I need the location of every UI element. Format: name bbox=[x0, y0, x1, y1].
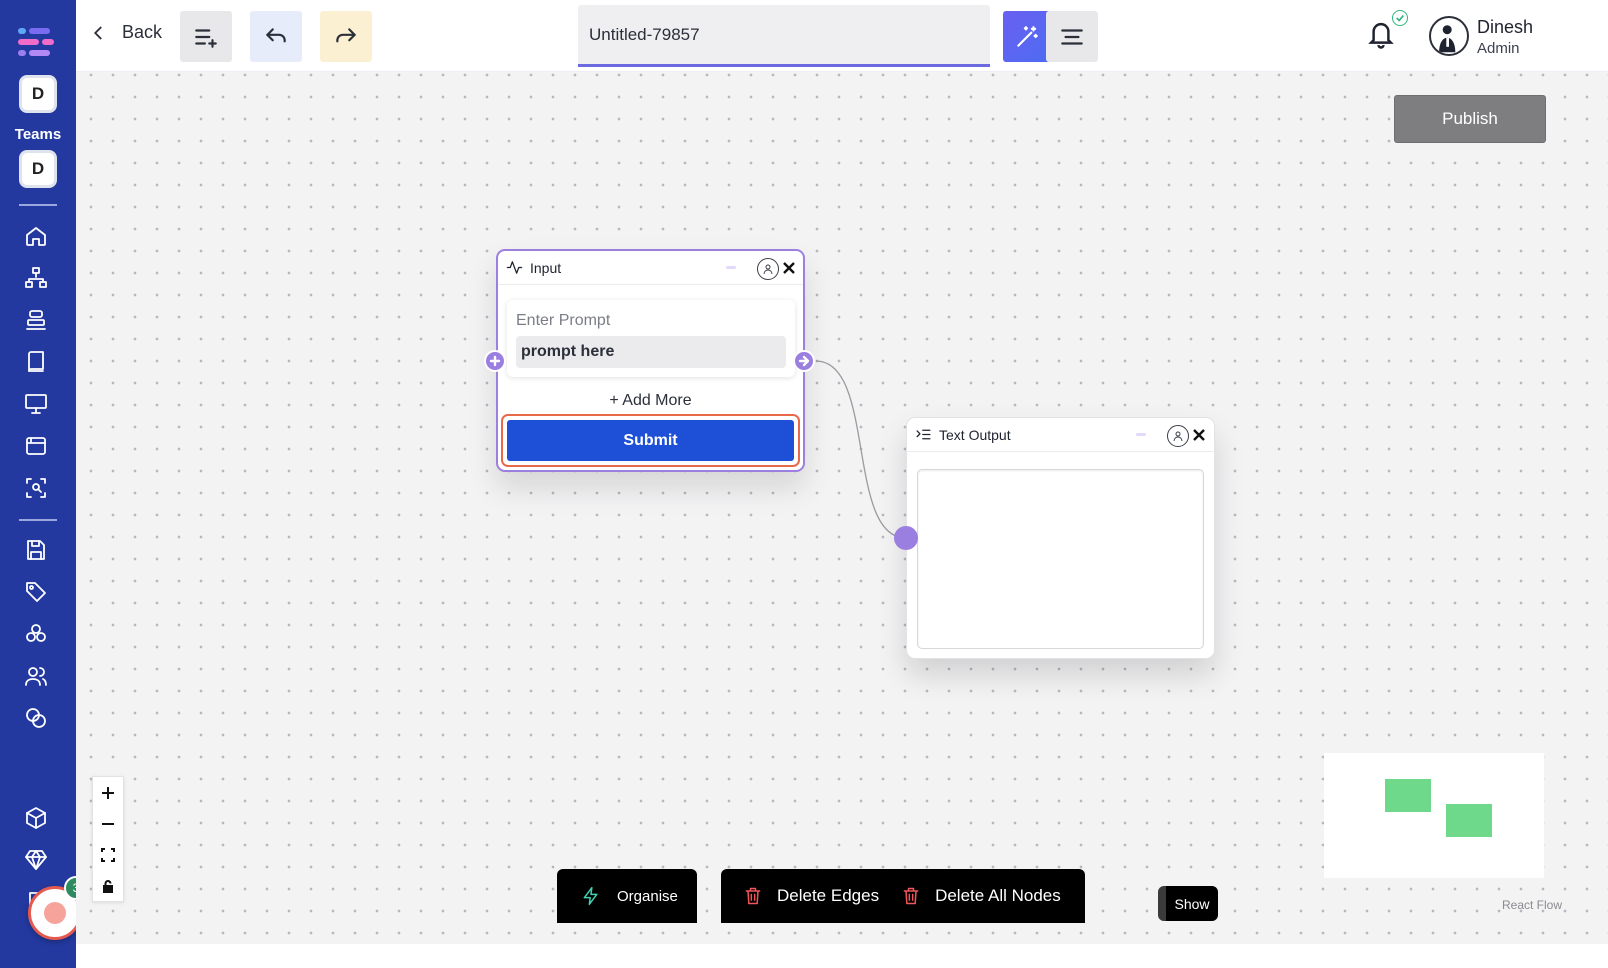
team-badge-2[interactable]: D bbox=[19, 150, 57, 188]
delete-toolbar: Delete Edges Delete All Nodes bbox=[721, 869, 1085, 923]
sidebar: D Teams D bbox=[0, 0, 88, 968]
top-bar: Back Dinesh Admin bbox=[76, 0, 1608, 72]
target-handle[interactable] bbox=[894, 526, 918, 550]
sidebar-divider bbox=[19, 519, 57, 521]
align-center-icon bbox=[1061, 28, 1083, 45]
zoom-in-button[interactable] bbox=[93, 777, 123, 808]
list-add-icon bbox=[195, 28, 217, 48]
close-icon[interactable] bbox=[1191, 427, 1207, 443]
undo-button[interactable] bbox=[250, 11, 302, 62]
undo-icon bbox=[266, 27, 286, 42]
arrow-right-icon bbox=[798, 355, 810, 367]
magic-wand-button[interactable] bbox=[1003, 11, 1051, 62]
bottom-strip bbox=[76, 944, 1608, 968]
prompt-input[interactable]: prompt here bbox=[516, 336, 786, 368]
coins-icon[interactable] bbox=[22, 704, 50, 732]
notifications-button[interactable] bbox=[1366, 10, 1408, 54]
organise-button[interactable]: Organise bbox=[557, 869, 697, 923]
text-output-node-title: Text Output bbox=[939, 426, 1011, 443]
book-icon[interactable] bbox=[22, 348, 50, 376]
fit-view-icon bbox=[101, 847, 115, 862]
workflow-title-input[interactable] bbox=[578, 5, 990, 67]
tag-icon[interactable] bbox=[22, 578, 50, 606]
submit-focus-ring: Submit bbox=[501, 414, 800, 467]
input-node[interactable]: Input Enter Prompt prompt here + Add Mor… bbox=[484, 249, 815, 472]
text-output-node[interactable]: Text Output bbox=[894, 417, 1215, 659]
minimap-node bbox=[1385, 779, 1431, 812]
check-circle-icon bbox=[1392, 10, 1408, 26]
close-icon[interactable] bbox=[781, 260, 797, 276]
stack-icon[interactable] bbox=[22, 306, 50, 334]
minimap[interactable] bbox=[1324, 753, 1544, 878]
minus-icon bbox=[102, 822, 114, 825]
menu-button[interactable] bbox=[1046, 11, 1098, 62]
plus-icon bbox=[489, 355, 501, 367]
trash-icon bbox=[903, 887, 919, 905]
input-handle[interactable] bbox=[484, 350, 506, 372]
components-icon[interactable] bbox=[22, 620, 50, 648]
home-icon[interactable] bbox=[22, 222, 50, 250]
show-button[interactable]: Show bbox=[1158, 886, 1218, 921]
redo-button[interactable] bbox=[320, 11, 372, 62]
diamond-icon[interactable] bbox=[22, 846, 50, 874]
delete-all-nodes-button[interactable]: Delete All Nodes bbox=[901, 886, 1061, 906]
users-icon[interactable] bbox=[22, 662, 50, 690]
prompt-label: Enter Prompt bbox=[516, 312, 611, 329]
lock-button[interactable] bbox=[93, 870, 123, 901]
input-node-title: Input bbox=[530, 259, 562, 276]
avatar-silhouette bbox=[1439, 25, 1456, 53]
monitor-icon[interactable] bbox=[22, 390, 50, 418]
team-badge-1[interactable]: D bbox=[19, 75, 57, 113]
add-more-button[interactable]: + Add More bbox=[498, 392, 803, 410]
trash-icon bbox=[745, 887, 761, 905]
react-flow-attribution[interactable]: React Flow bbox=[1502, 898, 1562, 912]
teams-label: Teams bbox=[14, 126, 62, 143]
chevron-left-icon bbox=[93, 25, 102, 40]
zoom-out-button[interactable] bbox=[93, 808, 123, 839]
minimize-icon[interactable] bbox=[726, 266, 736, 269]
package-icon[interactable] bbox=[22, 804, 50, 832]
publish-button[interactable]: Publish bbox=[1394, 95, 1546, 143]
prompt-field-card: Enter Prompt prompt here bbox=[507, 300, 795, 377]
redo-icon bbox=[336, 27, 356, 42]
record-dot bbox=[44, 902, 66, 924]
scan-icon[interactable] bbox=[22, 474, 50, 502]
lock-icon bbox=[103, 879, 113, 893]
delete-all-nodes-label: Delete All Nodes bbox=[935, 886, 1061, 905]
user-icon[interactable] bbox=[1167, 425, 1189, 447]
lightning-icon bbox=[583, 886, 598, 906]
add-list-button[interactable] bbox=[180, 11, 232, 62]
magic-wand-icon bbox=[1017, 25, 1038, 47]
plus-icon bbox=[102, 786, 114, 799]
bell-icon bbox=[1368, 22, 1394, 49]
flow-canvas[interactable]: Publish Input Enter Prompt prompt here +… bbox=[76, 72, 1608, 944]
minimap-node bbox=[1446, 804, 1492, 837]
delete-edges-label: Delete Edges bbox=[777, 886, 880, 905]
app-logo[interactable] bbox=[18, 27, 54, 59]
submit-button[interactable]: Submit bbox=[507, 420, 794, 461]
workflow-icon[interactable] bbox=[22, 264, 50, 292]
user-role: Admin bbox=[1477, 40, 1520, 57]
user-name: Dinesh bbox=[1477, 17, 1534, 37]
back-label: Back bbox=[122, 22, 163, 42]
delete-edges-button[interactable]: Delete Edges bbox=[743, 886, 879, 906]
organise-label: Organise bbox=[617, 887, 678, 905]
zoom-controls bbox=[92, 776, 124, 902]
browser-icon[interactable] bbox=[22, 432, 50, 460]
fit-view-button[interactable] bbox=[93, 839, 123, 870]
back-button[interactable]: Back bbox=[90, 22, 162, 43]
save-icon[interactable] bbox=[22, 536, 50, 564]
text-output-area[interactable] bbox=[917, 469, 1204, 649]
activity-icon bbox=[506, 261, 523, 274]
sidebar-divider bbox=[19, 204, 57, 206]
minimize-icon[interactable] bbox=[1136, 433, 1146, 436]
avatar[interactable] bbox=[1429, 16, 1469, 56]
input-node-header[interactable]: Input bbox=[498, 251, 803, 285]
user-icon[interactable] bbox=[757, 258, 779, 280]
text-output-node-header[interactable]: Text Output bbox=[907, 418, 1214, 452]
output-handle[interactable] bbox=[793, 350, 815, 372]
terminal-icon bbox=[916, 429, 931, 440]
